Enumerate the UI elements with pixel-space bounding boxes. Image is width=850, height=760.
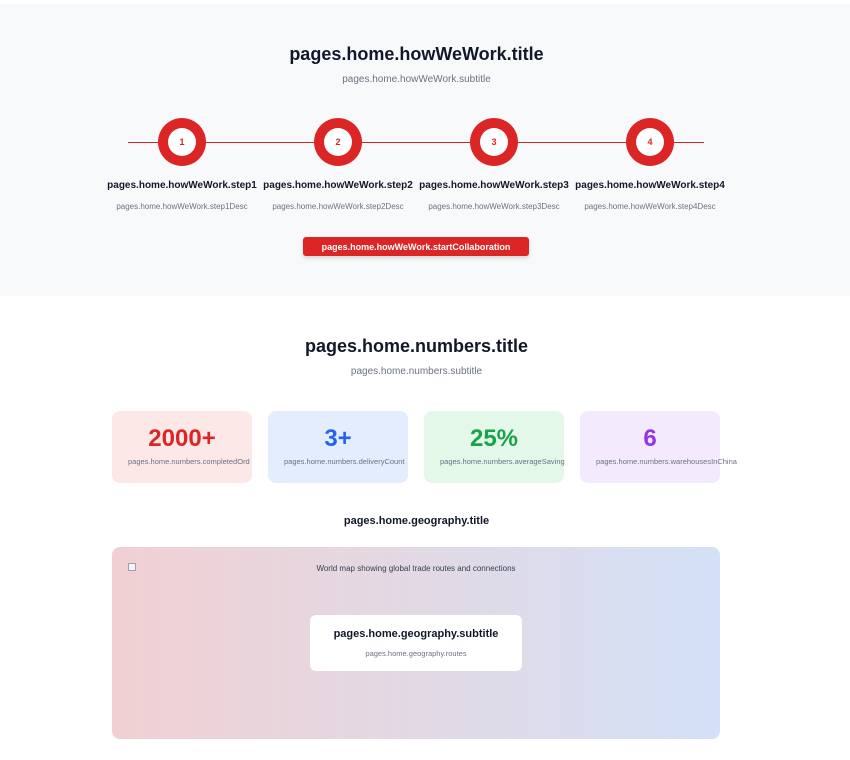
numbers-subtitle: pages.home.numbers.subtitle <box>350 366 483 377</box>
step-3-label: pages.home.howWeWork.step3 <box>419 180 569 191</box>
map-alt-text: World map showing global trade routes an… <box>316 564 516 573</box>
geography-routes: pages.home.geography.routes <box>365 649 467 658</box>
world-map-panel: World map showing global trade routes an… <box>112 547 720 739</box>
step-2-badge: 2 <box>314 118 362 166</box>
stat-card-completed-orders: 2000+ pages.home.numbers.completedOrd <box>112 411 252 483</box>
stat-card-average-saving: 25% pages.home.numbers.averageSaving <box>424 411 565 483</box>
stat-label: pages.home.numbers.averageSaving <box>440 457 565 466</box>
step-3-badge: 3 <box>470 118 518 166</box>
stat-value: 25% <box>469 425 519 452</box>
how-we-work-section: pages.home.howWeWork.title pages.home.ho… <box>0 4 850 296</box>
stat-card-delivery-count: 3+ pages.home.numbers.deliveryCount <box>268 411 408 483</box>
step-1-description: pages.home.howWeWork.step1Desc <box>116 202 248 211</box>
step-4-label: pages.home.howWeWork.step4 <box>575 180 725 191</box>
stat-label: pages.home.numbers.deliveryCount <box>284 457 405 466</box>
stat-label: pages.home.numbers.completedOrd <box>128 457 250 466</box>
geography-title: pages.home.geography.title <box>343 515 490 527</box>
step-2-description: pages.home.howWeWork.step2Desc <box>272 202 404 211</box>
geography-info-card: pages.home.geography.subtitle pages.home… <box>310 615 522 671</box>
step-number: 1 <box>168 128 196 156</box>
step-4-badge: 4 <box>626 118 674 166</box>
step-4-description: pages.home.howWeWork.step4Desc <box>584 202 716 211</box>
stat-card-warehouses: 6 pages.home.numbers.warehousesInChina <box>580 411 737 483</box>
step-1-badge: 1 <box>158 118 206 166</box>
step-2-label: pages.home.howWeWork.step2 <box>263 180 413 191</box>
stat-value: 2000+ <box>148 425 216 452</box>
how-we-work-title: pages.home.howWeWork.title <box>289 44 544 64</box>
step-number: 3 <box>480 128 508 156</box>
step-number: 4 <box>636 128 664 156</box>
step-3-description: pages.home.howWeWork.step3Desc <box>428 202 560 211</box>
how-we-work-subtitle: pages.home.howWeWork.subtitle <box>342 74 491 85</box>
step-number: 2 <box>324 128 352 156</box>
stat-value: 6 <box>643 425 657 452</box>
step-1-label: pages.home.howWeWork.step1 <box>107 180 257 191</box>
geography-subtitle: pages.home.geography.subtitle <box>333 628 499 640</box>
start-collaboration-button[interactable]: pages.home.howWeWork.startCollaboration <box>303 237 529 256</box>
stat-value: 3+ <box>324 425 352 452</box>
numbers-title: pages.home.numbers.title <box>304 336 529 356</box>
steps-connector-line <box>128 142 704 143</box>
stat-label: pages.home.numbers.warehousesInChina <box>596 457 737 466</box>
